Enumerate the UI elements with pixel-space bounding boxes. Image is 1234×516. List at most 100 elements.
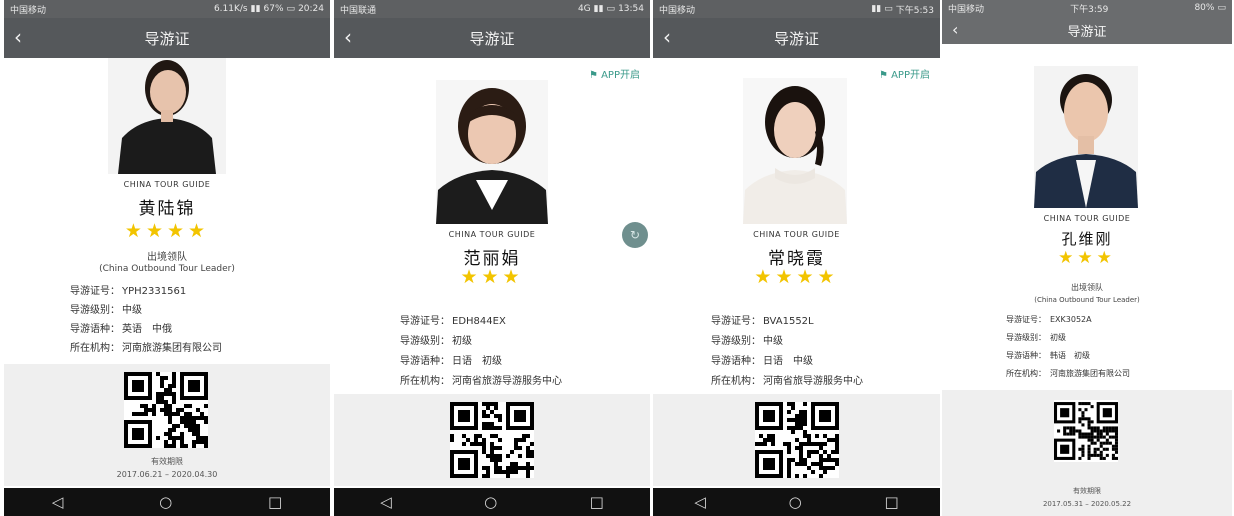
signal-icon: ▮▮ [250,4,261,14]
system-home-icon[interactable]: ○ [159,493,172,511]
system-recent-icon[interactable]: □ [884,493,898,511]
screen-3: 中国移动 ▮▮ ▭ 下午5:53 ‹ 导游证 ⚑ APP开启 CHINA TOU… [653,0,940,516]
field-label: 导游证号： [70,286,120,297]
field-row-organization: 所在机构： 河南省旅导游服务中心 [711,372,863,387]
field-row-cert-no: 导游证号： EDH844EX [400,312,506,327]
status-bar: 中国移动 6.11K/s ▮▮ 67% ▭ 20:24 [4,0,330,18]
field-label: 导游级别： [1006,333,1046,342]
field-value: 日语 中级 [763,356,813,367]
field-label: 所在机构： [400,376,450,387]
field-label: 导游级别： [711,336,761,347]
field-row-language: 导游语种： 日语 初级 [400,352,502,367]
status-bar: 中国联通 4G ▮▮ ▭ 13:54 [334,0,650,18]
field-value: YPH2331561 [122,286,187,297]
nav-bar: ‹ 导游证 [653,18,940,58]
system-back-icon[interactable]: ◁ [52,493,64,511]
validity-date: 2017.06.21 – 2020.04.30 [116,470,218,479]
field-row-organization: 所在机构： 河南省旅游导游服务中心 [400,372,562,387]
clock: 20:24 [298,4,324,14]
field-value: EXK3052A [1050,315,1092,324]
page-title: 导游证 [144,30,190,48]
field-value: 初级 [1050,333,1066,342]
field-row-language: 导游语种： 英语 中俄 [70,320,172,335]
field-value: 日语 初级 [452,356,502,367]
battery-icon: ▭ [286,4,296,14]
system-back-icon[interactable]: ◁ [380,493,392,511]
role-label: 出境领队 [1071,283,1103,292]
page-title: 导游证 [1067,25,1107,40]
field-label: 所在机构： [1006,369,1046,378]
field-row-language: 导游语种： 韩语 初级 [1006,350,1090,361]
carrier-label: 中国移动 [10,5,47,16]
system-recent-icon[interactable]: □ [268,493,282,511]
org-title-en: CHINA TOUR GUIDE [1043,214,1131,223]
status-bar: 中国移动 下午3:59 80% ▭ [942,0,1232,16]
signal-icon: ▮▮ [593,4,604,14]
field-label: 导游证号： [400,316,450,327]
qr-section [653,394,940,486]
role-label: 出境领队 [147,252,187,263]
org-title-en: CHINA TOUR GUIDE [123,180,211,189]
field-value: 河南旅游集团有限公司 [122,343,222,354]
guide-card: ⚑ APP开启 CHINA TOUR GUIDE 范丽娟 ★★★ 导游证号： ED… [334,58,650,516]
field-label: 导游级别： [70,305,120,316]
field-row-language: 导游语种： 日语 中级 [711,352,813,367]
screen-2: 中国联通 4G ▮▮ ▭ 13:54 ‹ 导游证 ⚑ APP开启 CHINA T… [334,0,650,516]
guide-photo [743,78,847,224]
star-rating: ★★★★ [754,266,839,288]
validity-label: 有效期限 [1073,487,1101,495]
nav-bar: ‹ 导游证 [4,18,330,58]
field-row-organization: 所在机构： 河南旅游集团有限公司 [70,339,222,354]
battery-icon: ▭ [606,4,616,14]
field-value: 河南旅游集团有限公司 [1050,369,1130,378]
system-nav-bar: ◁ ○ □ [334,488,650,516]
org-title-en: CHINA TOUR GUIDE [753,230,840,239]
guide-photo [436,80,548,224]
battery-level: 67% [263,4,284,14]
qr-code[interactable] [1054,400,1118,462]
open-app-link[interactable]: ⚑ APP开启 [589,66,640,81]
org-title-en: CHINA TOUR GUIDE [448,230,536,239]
status-bar: 中国移动 ▮▮ ▭ 下午5:53 [653,0,940,18]
qr-section [334,394,650,486]
qr-code[interactable] [755,402,839,478]
page-title: 导游证 [773,30,819,48]
screen-4: 中国移动 下午3:59 80% ▭ ‹ 导游证 CHINA TOUR GUIDE… [942,0,1232,516]
system-home-icon[interactable]: ○ [484,493,497,511]
field-row-level: 导游级别： 初级 [400,332,472,347]
guide-card: CHINA TOUR GUIDE 黄陆锦 ★★★★ 出境领队 (China Ou… [4,58,330,516]
qr-code[interactable] [124,372,208,448]
system-recent-icon[interactable]: □ [590,493,604,511]
guide-card: ⚑ APP开启 CHINA TOUR GUIDE 常晓霞 ★★★★ 导游证号： B… [653,58,940,516]
field-row-level: 导游级别： 中级 [70,301,142,316]
clock: 13:54 [618,4,644,14]
system-back-icon[interactable]: ◁ [694,493,706,511]
field-value: 河南省旅游导游服务中心 [452,376,562,387]
page-title: 导游证 [469,30,515,48]
field-label: 导游语种： [400,356,450,367]
spinner-icon: ↻ [622,222,648,248]
guide-photo [1034,66,1138,208]
field-value: 中级 [763,336,783,347]
guide-photo [108,58,226,174]
system-home-icon[interactable]: ○ [789,493,802,511]
field-value: BVA1552L [763,316,814,327]
field-label: 导游语种： [70,324,120,335]
field-label: 所在机构： [711,376,761,387]
star-rating: ★★★★ [124,220,210,242]
signal-icon: ▮▮ [871,4,882,14]
qr-code[interactable] [450,402,534,478]
guide-name: 黄陆锦 [138,199,196,219]
field-label: 导游证号： [711,316,761,327]
battery-level: 80% [1194,3,1215,13]
field-row-level: 导游级别： 中级 [711,332,783,347]
field-label: 导游级别： [400,336,450,347]
open-app-link[interactable]: ⚑ APP开启 [879,66,930,81]
system-nav-bar: ◁ ○ □ [653,488,940,516]
network-type: 4G [577,4,591,14]
flag-icon: ⚑ [878,70,888,81]
qr-section: 有效期限 2017.05.31 – 2020.05.22 [942,390,1232,516]
nav-bar: ‹ 导游证 [942,16,1232,44]
star-rating: ★★★ [460,266,524,288]
network-speed: 6.11K/s [213,4,248,14]
